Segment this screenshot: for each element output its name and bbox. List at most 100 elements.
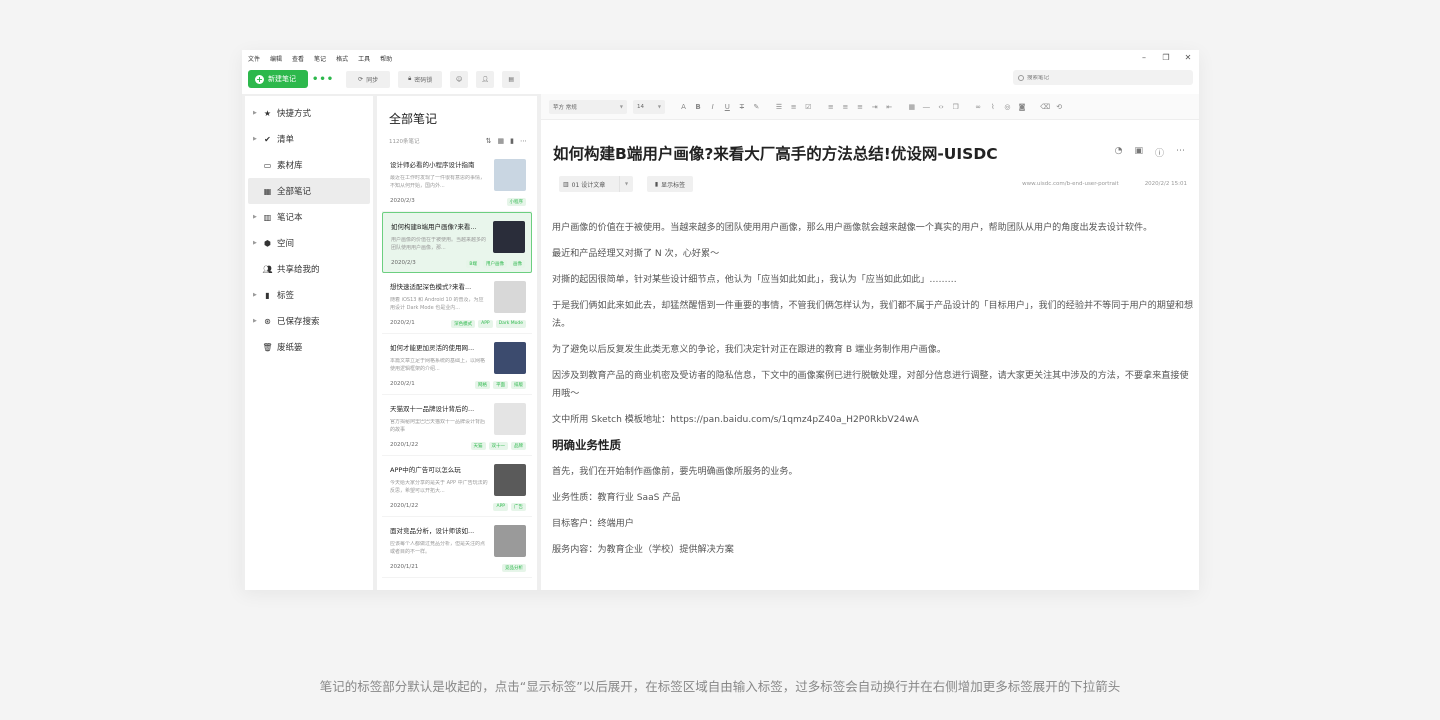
more-icon[interactable]: ⋯ [1176,146,1185,159]
restore-icon[interactable]: ❐ [1161,52,1171,64]
password-lock-button[interactable]: 🔒︎ 密码锁 [398,70,443,88]
expand-caret-icon[interactable]: ▶ [253,110,259,116]
smile-button[interactable]: ☺ [450,70,469,88]
font-size-select[interactable]: 14 ▼ [633,99,665,114]
sidebar-item-spaces[interactable]: ▶ ⬢ 空间 [245,230,373,256]
note-tag[interactable]: APP [478,320,493,328]
sidebar-item-material[interactable]: ▭ 素材库 [245,152,373,178]
sidebar-item-all-notes[interactable]: ▦ 全部笔记 [248,178,370,204]
note-body[interactable]: 用户画像的价值在于被使用。当越来越多的团队使用用户画像，那么用户画像就会越来越像… [552,219,1197,567]
note-tag[interactable]: 用户画像 [483,260,507,268]
numbered-list-icon[interactable]: ≡ [789,103,798,111]
eraser-icon[interactable]: ⌫ [1040,103,1050,111]
note-list-item[interactable]: APP中的广告可以怎么玩 今天给大家分享的是关于 APP 中广告玩法的反思，希望… [382,456,532,517]
sort-icon[interactable]: ⇅ [486,137,492,145]
expand-caret-icon[interactable]: ▶ [253,318,259,324]
note-list-item[interactable]: 如何才能更加灵活的使用网... 本篇文章立足于网格系统的基础上，以网格使用逻辑框… [382,334,532,395]
note-list-item[interactable]: 面对竞品分析，设计师该如... 应该每个人都做过竞品分析，但是关注的点或者目的不… [382,517,532,578]
sidebar-item-shared[interactable]: 👥︎ 共享给我的 [245,256,373,282]
sidebar-item-notebooks[interactable]: ▶ ▥ 笔记本 [245,204,373,230]
reminder-icon[interactable]: ◔ [1115,146,1123,159]
note-tag[interactable]: 排版 [511,381,526,389]
source-url[interactable]: www.uisdc.com/b-end-user-portrait [1022,181,1119,187]
bookmark-filter-icon[interactable]: ▮ [510,137,514,145]
show-tags-button[interactable]: ▮ 显示标签 [647,176,693,192]
search-input[interactable] [1027,74,1177,81]
close-icon[interactable]: ✕ [1183,52,1193,64]
sidebar-item-checklist[interactable]: ▶ ✔ 清单 [245,126,373,152]
note-list-item[interactable]: 如何构建B端用户画像?来看... 用户画像的价值在于被使用。当越来越多的团队使用… [382,212,532,273]
note-list-item[interactable]: 设计师必看的小程序设计指南 最近在工作时发现了一件很有意思的事情，不知从何开始，… [382,151,532,212]
note-tag[interactable]: 小程序 [506,198,526,206]
expand-caret-icon[interactable]: ▶ [253,214,259,220]
note-tag[interactable]: Dark Mode [495,320,526,328]
sidebar-item-shortcuts[interactable]: ▶ ★ 快捷方式 [245,100,373,126]
note-list-item[interactable]: 想快速适配深色模式?来看... 随着 iOS13 和 Android 10 的普… [382,273,532,334]
sidebar-item-trash[interactable]: 🗑︎ 废纸篓 [245,334,373,360]
divider-icon[interactable]: ― [922,103,931,111]
bullet-list-icon[interactable]: ☰ [775,103,784,111]
expand-caret-icon[interactable]: ▶ [253,136,259,142]
highlight-icon[interactable]: ✎ [752,103,761,111]
align-left-icon[interactable]: ≡ [826,103,835,111]
expand-caret-icon[interactable]: ▶ [253,240,259,246]
table-icon[interactable]: ▦ [907,103,916,111]
outdent-icon[interactable]: ⇤ [885,103,894,111]
present-icon[interactable]: ▣ [1134,146,1143,159]
chevron-down-icon[interactable]: ▼ [619,176,633,192]
note-tag[interactable]: 竞品分析 [502,564,526,572]
note-tag[interactable]: B端 [466,260,480,268]
note-tag[interactable]: 画像 [510,260,525,268]
attachment-icon[interactable]: ⌇ [988,103,997,111]
align-center-icon[interactable]: ≡ [841,103,850,111]
note-item-title: 天猫双十一品牌设计背后的... [390,405,475,413]
view-mode-icon[interactable]: ▦ [498,137,505,145]
sidebar-item-tags[interactable]: ▶ ▮ 标签 [245,282,373,308]
camera-icon[interactable]: ◙ [1017,103,1026,111]
minimize-icon[interactable]: – [1139,52,1149,64]
note-list-item[interactable]: 天猫双十一品牌设计背后的... 官方揭秘阿里巴巴天猫双十一品牌设计背后的故事 2… [382,395,532,456]
menu-edit[interactable]: 编辑 [270,54,282,63]
note-tag[interactable]: 广告 [511,503,526,511]
menu-file[interactable]: 文件 [248,54,260,63]
new-note-button[interactable]: + 新建笔记 [248,70,308,88]
underline-icon[interactable]: U [723,103,732,111]
note-tag[interactable]: 天猫 [470,442,486,450]
more-icon[interactable]: ⋯ [520,137,527,145]
align-right-icon[interactable]: ≡ [856,103,865,111]
menu-note[interactable]: 笔记 [314,54,326,63]
microphone-icon[interactable]: ◎ [1003,103,1012,111]
strikethrough-icon[interactable]: T [737,103,746,111]
bold-icon[interactable]: B [694,103,703,111]
link-icon[interactable]: ∞ [974,103,983,111]
menu-help[interactable]: 帮助 [380,54,392,63]
user-button[interactable]: 👤︎ [476,70,495,88]
sidebar-item-saved-search[interactable]: ▶ ⊛ 已保存搜索 [245,308,373,334]
info-icon[interactable]: ⓘ [1155,146,1164,159]
code-icon[interactable]: ‹› [937,103,946,111]
quote-icon[interactable]: ❐ [951,103,960,111]
indent-icon[interactable]: ⇥ [870,103,879,111]
format-painter-icon[interactable]: ⟲ [1055,103,1064,111]
sync-button[interactable]: ⟳ 同步 [346,70,391,88]
menu-tools[interactable]: 工具 [358,54,370,63]
note-tag[interactable]: 深色模式 [451,320,476,328]
note-tag[interactable]: APP [493,503,508,511]
note-tag[interactable]: 平面 [493,381,508,389]
note-tag[interactable]: 双十一 [488,442,508,450]
italic-icon[interactable]: I [708,103,717,111]
note-tag[interactable]: 网格 [475,381,490,389]
expand-caret-icon[interactable]: ▶ [253,292,259,298]
note-tag[interactable]: 品牌 [511,442,526,450]
note-item-snippet: 最近在工作时发现了一件很有意思的事情，不知从何开始，国内外... [390,175,486,189]
more-options-icon[interactable]: ••• [312,74,334,85]
font-color-icon[interactable]: A [679,103,688,111]
chevron-down-icon: ▼ [619,104,623,109]
font-family-select[interactable]: 苹方 常规 ▼ [549,99,627,114]
notebook-select[interactable]: ▥ 01 设计文章 ▼ [559,176,633,192]
menu-view[interactable]: 查看 [292,54,304,63]
note-title[interactable]: 如何构建B端用户画像?来看大厂高手的方法总结!优设网-UISDC [553,142,998,164]
checkbox-icon[interactable]: ☑ [804,103,813,111]
menu-format[interactable]: 格式 [336,54,348,63]
message-button[interactable]: ▤ [502,70,521,88]
